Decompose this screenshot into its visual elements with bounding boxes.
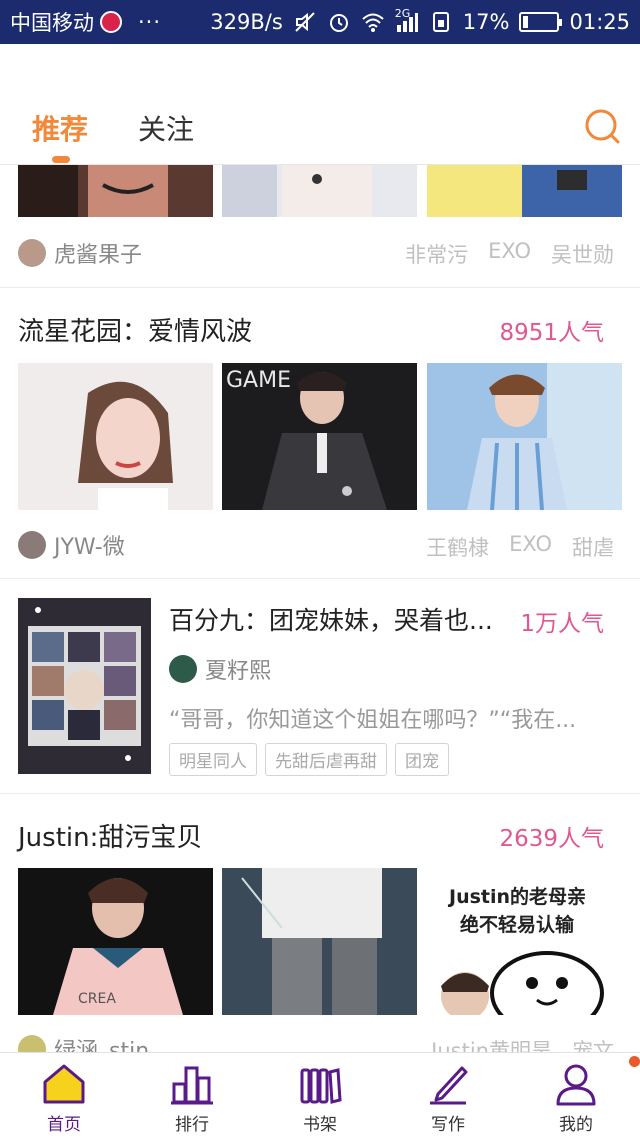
status-right: 329B/s 2G 17% 01:25 [210,7,630,34]
network-type: 2G [394,7,411,20]
tag[interactable]: 先甜后虐再甜 [265,743,387,776]
tags-row: 王鹤棣 EXO 甜虐 [426,532,614,562]
popularity-count: 2639人气 [499,826,604,852]
tags-row: Justin黄明昊 宠文 [431,1035,614,1052]
nav-label: 写作 [431,1115,465,1135]
write-icon [430,1066,468,1105]
author-row[interactable]: 虎酱果子 [18,237,142,269]
avatar[interactable] [169,655,197,683]
more-notifications-icon: ··· [138,10,162,34]
post-image[interactable] [427,363,622,510]
author-row[interactable]: JYW-微 [18,529,125,561]
popularity-count: 8951人气 [499,320,604,346]
divider [0,287,640,288]
signal-group: 2G [395,7,419,33]
profile-icon [556,1064,596,1106]
post-image[interactable] [427,165,622,217]
bottom-navigation: 首页 排行 书架 写作 我的 [0,1052,640,1138]
author-row[interactable]: 夏籽熙 [169,653,271,685]
tag[interactable]: Justin黄明昊 [431,1035,552,1052]
divider [0,793,640,794]
network-speed: 329B/s [210,10,283,34]
tab-follow[interactable]: 关注 [138,108,194,148]
tag[interactable]: 非常污 [405,239,468,269]
clock: 01:25 [569,10,630,34]
carrier-group: 中国移动 ··· [10,7,161,37]
author-name[interactable]: 绿涵_stin [54,1033,149,1052]
tag[interactable]: 团宠 [395,743,449,776]
post-image[interactable] [222,165,417,217]
nav-label: 首页 [47,1115,81,1135]
tag[interactable]: 王鹤棣 [426,532,489,562]
wifi-icon [362,13,384,32]
divider [0,578,640,579]
nav-bookshelf[interactable]: 书架 [256,1053,384,1138]
active-tab-indicator [52,156,70,163]
search-icon[interactable] [582,106,622,146]
image-caption: 绝不轻易认输 [460,914,575,936]
post-image[interactable]: CREA [18,868,213,1015]
post-image[interactable] [18,165,213,217]
tag[interactable]: EXO [509,532,552,562]
tab-recommend[interactable]: 推荐 [32,108,88,148]
battery-fill [523,16,529,28]
avatar[interactable] [18,1035,46,1052]
tag[interactable]: 甜虐 [572,532,614,562]
carrier-heart-icon [100,11,122,33]
nav-label: 排行 [175,1115,209,1135]
image-caption: Justin的老母亲 [449,886,587,908]
carrier-name: 中国移动 [10,11,94,35]
popularity-count: 1万人气 [520,611,604,637]
nav-label: 书架 [303,1115,337,1135]
tags-row: 非常污 EXO 吴世勋 [405,239,614,269]
post-title[interactable]: Justin:甜污宝贝 [18,817,202,854]
tag[interactable]: 宠文 [572,1035,614,1052]
nav-home[interactable]: 首页 [0,1053,128,1138]
ranking-icon [171,1066,213,1105]
battery-icon [519,12,563,32]
author-row[interactable]: 绿涵_stin [18,1033,149,1052]
author-name[interactable]: 夏籽熙 [205,653,271,685]
tag[interactable]: 明星同人 [169,743,257,776]
tag[interactable]: 吴世勋 [551,239,614,269]
svg-text:GAME: GAME [226,368,291,393]
post-image[interactable] [222,868,417,1015]
tag-chips: 明星同人 先甜后虐再甜 团宠 [169,743,457,776]
author-name[interactable]: 虎酱果子 [54,237,142,269]
post-image[interactable]: Justin的老母亲 绝不轻易认输 [427,868,622,1015]
post-image[interactable]: GAME [222,363,417,510]
book-cover[interactable] [18,598,151,774]
post-title[interactable]: 流星花园：爱情风波 [18,311,252,348]
mute-icon [295,12,315,32]
notification-dot [629,1056,640,1067]
feed-list[interactable]: 虎酱果子 非常污 EXO 吴世勋 流星花园：爱情风波 8951人气 GAME J… [0,165,640,1052]
status-bar: 中国移动 ··· 329B/s 2G 17% 01:25 [0,0,640,44]
battery-percent: 17% [462,10,510,34]
tag[interactable]: EXO [488,239,531,269]
bookshelf-icon [300,1068,342,1104]
post-image[interactable] [18,363,213,510]
author-name[interactable]: JYW-微 [54,529,125,561]
nav-label: 我的 [559,1115,593,1135]
meme-face-icon [441,951,604,1015]
nav-write[interactable]: 写作 [384,1053,512,1138]
sim-icon [432,12,449,32]
avatar[interactable] [18,239,46,267]
alarm-icon [329,14,348,32]
avatar[interactable] [18,531,46,559]
nav-profile[interactable]: 我的 [512,1053,640,1138]
post-excerpt[interactable]: “哥哥，你知道这个姐姐在哪吗？”“我在... [169,702,576,734]
post-title[interactable]: 百分九：团宠妹妹，哭着也... [169,601,493,637]
svg-text:CREA: CREA [78,991,116,1007]
home-icon [43,1064,85,1104]
top-tab-bar: 推荐 关注 [0,44,640,165]
nav-ranking[interactable]: 排行 [128,1053,256,1138]
